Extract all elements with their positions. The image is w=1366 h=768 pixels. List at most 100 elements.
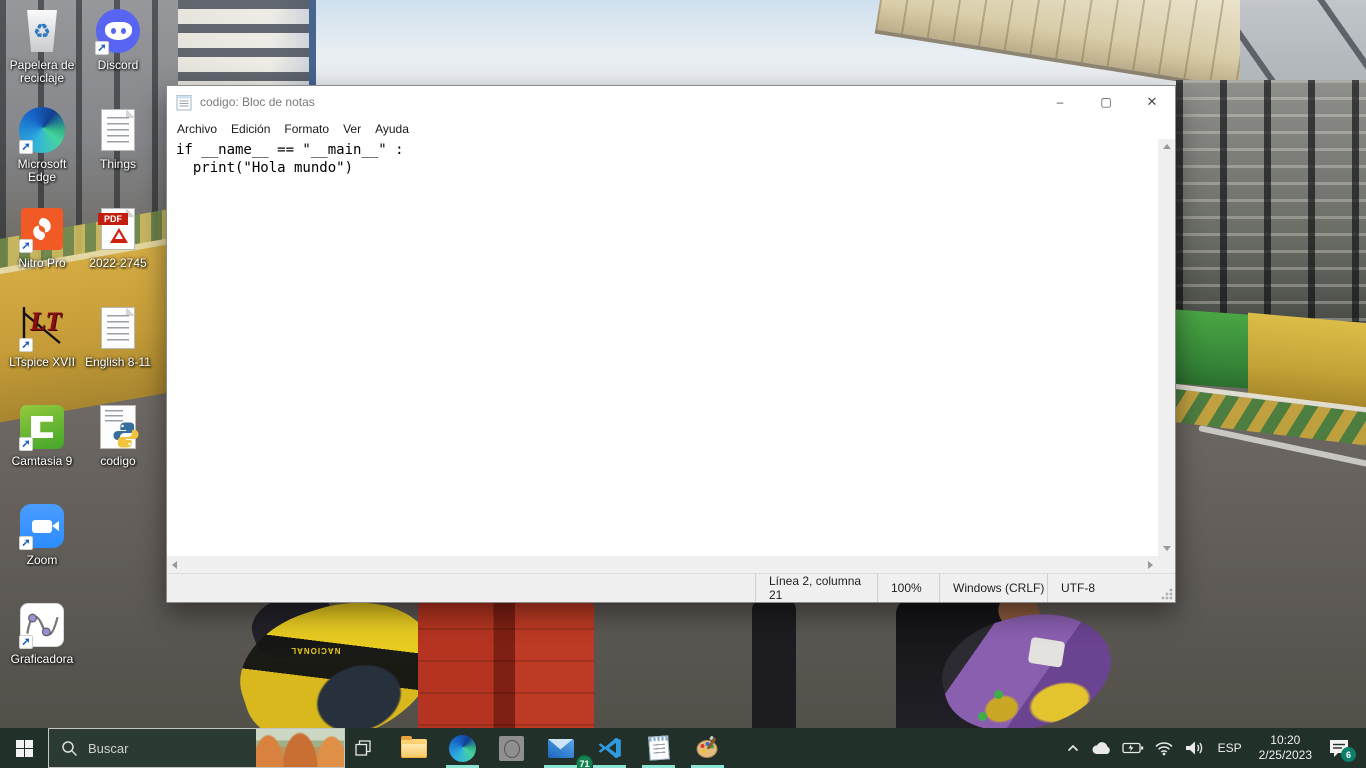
- shortcut-arrow-icon: ➚: [19, 437, 33, 451]
- menu-ver[interactable]: Ver: [336, 120, 368, 138]
- menu-ayuda[interactable]: Ayuda: [368, 120, 416, 138]
- gray-emblem-icon: [499, 735, 524, 761]
- wallpaper-green-wall: [1170, 309, 1252, 389]
- tray-clock[interactable]: 10:20 2/25/2023: [1251, 733, 1320, 763]
- desktop-icon-pdf-2022-2745[interactable]: PDF 2022-2745: [80, 204, 156, 303]
- scroll-right-icon[interactable]: [1148, 560, 1153, 569]
- desktop-icon-things[interactable]: Things: [80, 105, 156, 204]
- windows-logo-icon: [15, 739, 33, 757]
- notepad-window: codigo: Bloc de notas – ▢ ✕ Archivo Edic…: [166, 85, 1176, 603]
- desktop-screen: NACIONAL ♻ Papelera de reciclaje ➚ Disco…: [0, 0, 1366, 768]
- tray-language-indicator[interactable]: ESP: [1209, 728, 1251, 768]
- vscode-icon: [598, 737, 621, 759]
- speaker-icon: [1185, 741, 1202, 755]
- menu-formato[interactable]: Formato: [277, 120, 336, 138]
- mail-icon: [547, 738, 574, 758]
- shortcut-arrow-icon: ➚: [19, 338, 33, 352]
- action-center-button[interactable]: 6: [1320, 728, 1362, 768]
- desktop-icon-recycle-bin[interactable]: ♻ Papelera de reciclaje: [4, 6, 80, 105]
- taskbar-notepad[interactable]: [634, 728, 683, 768]
- wallpaper-helmet-star: [978, 712, 987, 721]
- clock-time: 10:20: [1270, 733, 1301, 747]
- text-document-icon: [101, 307, 135, 349]
- code-line-2: print("Hola mundo"): [176, 160, 354, 176]
- tray-battery[interactable]: [1117, 728, 1149, 768]
- desktop-icon-label: Nitro Pro: [18, 256, 66, 270]
- wallpaper-building-right: [1240, 0, 1366, 92]
- desktop-icon-nitro-pro[interactable]: ➚ Nitro Pro: [4, 204, 80, 303]
- desktop-icon-ltspice[interactable]: LT ➚ LTspice XVII: [4, 303, 80, 402]
- ltspice-lt-text: LT: [30, 307, 62, 336]
- desktop-icon-codigo[interactable]: codigo: [80, 402, 156, 501]
- taskbar-apps: 71: [389, 728, 732, 768]
- desktop-icon-camtasia[interactable]: ➚ Camtasia 9: [4, 402, 80, 501]
- wallpaper-helmet-star: [994, 690, 1003, 699]
- tray-volume[interactable]: [1179, 728, 1209, 768]
- statusbar-spacer: [167, 574, 755, 602]
- close-button[interactable]: ✕: [1129, 86, 1175, 118]
- pdf-document-icon: PDF: [98, 208, 135, 250]
- task-view-button[interactable]: [345, 728, 381, 768]
- notepad-statusbar: Línea 2, columna 21 100% Windows (CRLF) …: [167, 573, 1175, 602]
- helmet-text: NACIONAL: [290, 645, 341, 655]
- wallpaper-driver-red-suit: [418, 598, 594, 728]
- desktop-icon-grid: ♻ Papelera de reciclaje ➚ Discord ➚ Micr…: [4, 6, 156, 699]
- taskbar-mail[interactable]: 71: [536, 728, 593, 768]
- desktop-icon-zoom[interactable]: ➚ Zoom: [4, 501, 80, 600]
- taskbar-edge[interactable]: [438, 728, 487, 768]
- search-decoration-image[interactable]: [256, 729, 344, 767]
- wallpaper-yellow-wall-right: [1248, 312, 1366, 408]
- statusbar-zoom-level: 100%: [877, 574, 939, 602]
- cloud-icon: [1092, 742, 1110, 754]
- tray-onedrive[interactable]: [1085, 728, 1117, 768]
- battery-charging-icon: [1121, 742, 1143, 754]
- chevron-up-icon: [1067, 744, 1078, 752]
- text-document-icon: [101, 109, 135, 151]
- clock-date: 2/25/2023: [1258, 748, 1312, 762]
- desktop-icon-graficadora[interactable]: ➚ Graficadora: [4, 600, 80, 699]
- desktop-icon-label: Graficadora: [10, 652, 74, 666]
- maximize-button[interactable]: ▢: [1083, 86, 1129, 118]
- statusbar-line-ending: Windows (CRLF): [939, 574, 1047, 602]
- notepad-titlebar[interactable]: codigo: Bloc de notas – ▢ ✕: [167, 86, 1175, 118]
- shortcut-arrow-icon: ➚: [19, 536, 33, 550]
- taskbar-paint[interactable]: [683, 728, 732, 768]
- statusbar-encoding: UTF-8: [1047, 574, 1175, 602]
- desktop-icon-english-8-11[interactable]: English 8-11: [80, 303, 156, 402]
- start-button[interactable]: [0, 728, 48, 768]
- tray-wifi[interactable]: [1149, 728, 1179, 768]
- pdf-banner: PDF: [98, 213, 128, 225]
- horizontal-scrollbar[interactable]: [167, 556, 1158, 573]
- file-explorer-icon: [400, 735, 427, 758]
- desktop-icon-label: Zoom: [26, 553, 58, 567]
- acrobat-mark-icon: [110, 228, 128, 243]
- taskbar-file-explorer[interactable]: [389, 728, 438, 768]
- desktop-icon-discord[interactable]: ➚ Discord: [80, 6, 156, 105]
- resize-grip[interactable]: [1161, 588, 1173, 600]
- shortcut-arrow-icon: ➚: [19, 239, 33, 253]
- taskbar-search-box[interactable]: Buscar: [48, 728, 345, 768]
- desktop-icon-label: Microsoft Edge: [17, 157, 67, 184]
- paint-icon: [696, 735, 717, 758]
- shortcut-arrow-icon: ➚: [19, 635, 33, 649]
- statusbar-line-column: Línea 2, columna 21: [755, 574, 877, 602]
- menu-archivo[interactable]: Archivo: [170, 120, 224, 138]
- tray-chevron-up[interactable]: [1061, 728, 1085, 768]
- notepad-menubar: Archivo Edición Formato Ver Ayuda: [167, 118, 1175, 139]
- shortcut-arrow-icon: ➚: [95, 41, 109, 55]
- desktop-icon-microsoft-edge[interactable]: ➚ Microsoft Edge: [4, 105, 80, 204]
- wallpaper-driver-arm: [752, 598, 796, 728]
- vertical-scrollbar[interactable]: [1158, 139, 1175, 556]
- scroll-left-icon[interactable]: [172, 560, 177, 569]
- notepad-app-icon: [176, 94, 192, 110]
- notepad-text-area[interactable]: if __name__ == "__main__" : print("Hola …: [167, 139, 1158, 556]
- menu-edicion[interactable]: Edición: [224, 120, 277, 138]
- desktop-icon-label: Papelera de reciclaje: [9, 58, 75, 85]
- taskbar-gray-app[interactable]: [487, 728, 536, 768]
- system-tray: ESP 10:20 2/25/2023 6: [1061, 728, 1366, 768]
- taskbar-vscode[interactable]: [585, 728, 634, 768]
- desktop-icon-label: English 8-11: [85, 355, 151, 369]
- scroll-up-icon[interactable]: [1162, 144, 1171, 149]
- scroll-down-icon[interactable]: [1162, 546, 1171, 551]
- minimize-button[interactable]: –: [1037, 86, 1083, 118]
